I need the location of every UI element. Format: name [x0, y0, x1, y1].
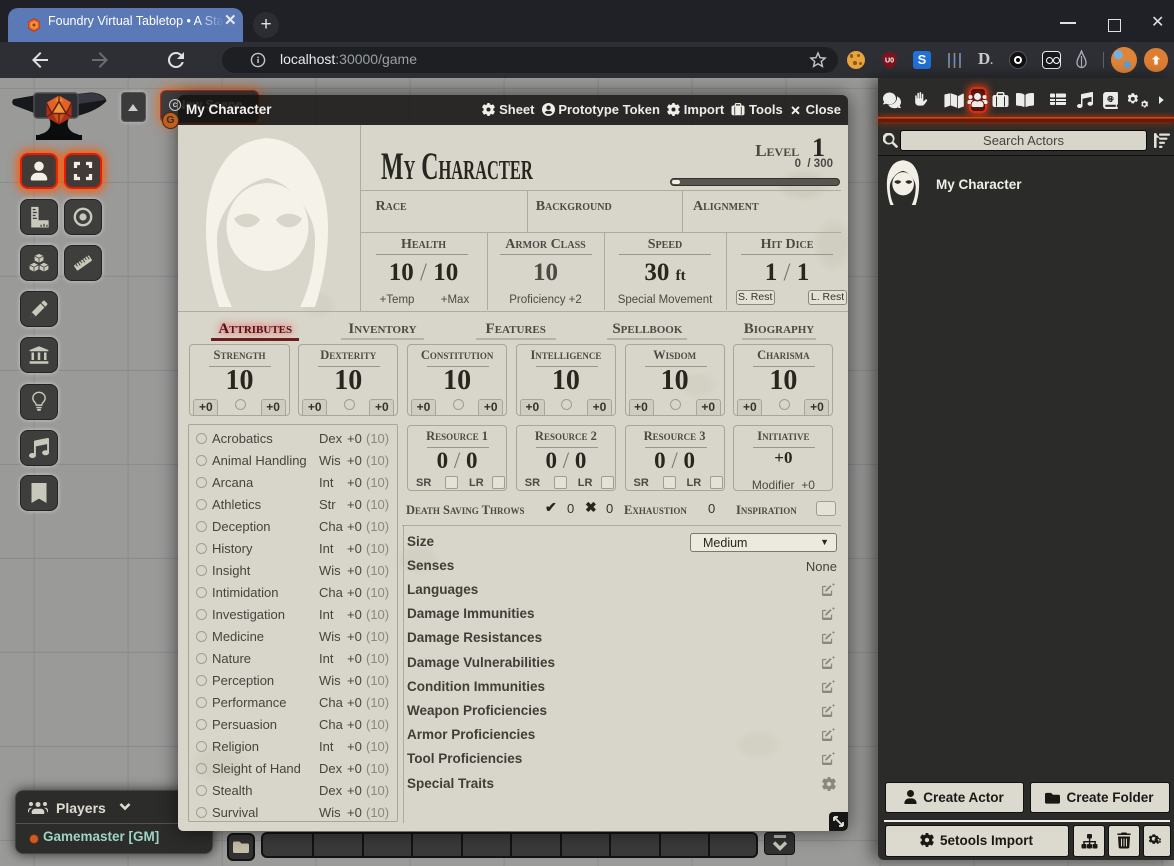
svg-text:U0: U0: [885, 56, 894, 64]
